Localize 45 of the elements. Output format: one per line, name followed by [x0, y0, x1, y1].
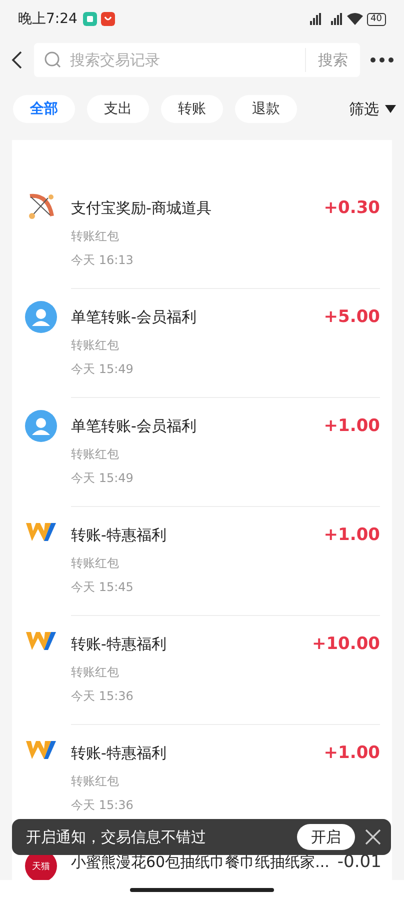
transaction-type: 转账红包 [71, 446, 120, 463]
transaction-title: 转账-特惠福利 [71, 525, 166, 546]
app-icon [101, 12, 116, 26]
transaction-amount: +1.00 [324, 742, 380, 765]
transaction-type: 转账红包 [71, 555, 120, 572]
enable-button[interactable]: 开启 [297, 824, 355, 850]
transaction-type: 转账红包 [71, 337, 120, 354]
transaction-amount: +0.30 [324, 197, 380, 220]
transaction-type: 转账红包 [71, 773, 120, 790]
wifi-icon [346, 13, 363, 25]
filter-tab[interactable]: 支出 [87, 95, 149, 123]
search-icon [44, 51, 62, 69]
transaction-title: 单笔转账-会员福利 [71, 307, 196, 328]
transaction-time: 今天 15:49 [71, 470, 134, 487]
transaction-amount: +1.00 [324, 415, 380, 438]
avatar-icon [25, 410, 57, 442]
transaction-time: 今天 15:45 [71, 579, 134, 596]
transaction-type: 转账红包 [71, 664, 120, 681]
status-time: 晚上7:24 [18, 10, 78, 28]
back-icon[interactable] [10, 50, 24, 70]
transaction-time: 今天 15:49 [71, 361, 134, 378]
transaction-time: 今天 16:13 [71, 252, 134, 269]
transaction-type: 转账红包 [71, 228, 120, 245]
bow-icon [26, 192, 56, 222]
filter-tab[interactable]: 转账 [161, 95, 223, 123]
close-icon[interactable] [365, 829, 381, 845]
filter-tab[interactable]: 全部 [13, 95, 75, 123]
transaction-title: 转账-特惠福利 [71, 743, 166, 764]
transaction-amount: +1.00 [324, 524, 380, 547]
avatar-icon [25, 301, 57, 333]
battery-level: 40 [366, 12, 386, 26]
filter-tab[interactable]: 退款 [235, 95, 297, 123]
transaction-amount: +10.00 [312, 633, 380, 656]
banner-message: 开启通知，交易信息不错过 [26, 828, 207, 846]
transaction-title: 小蜜熊漫花60包抽纸巾餐巾纸抽纸家... [71, 852, 330, 873]
app-icon [83, 12, 98, 26]
transaction-amount: +5.00 [324, 306, 380, 329]
caret-icon [385, 105, 396, 113]
transaction-amount: -0.01 [337, 851, 382, 874]
transaction-time: 今天 15:36 [71, 797, 134, 814]
transaction-title: 单笔转账-会员福利 [71, 416, 196, 437]
transaction-time: 今天 15:36 [71, 688, 134, 705]
more-icon[interactable] [370, 57, 394, 63]
transaction-title: 支付宝奖励-商城道具 [71, 198, 212, 219]
transaction-title: 转账-特惠福利 [71, 634, 166, 655]
